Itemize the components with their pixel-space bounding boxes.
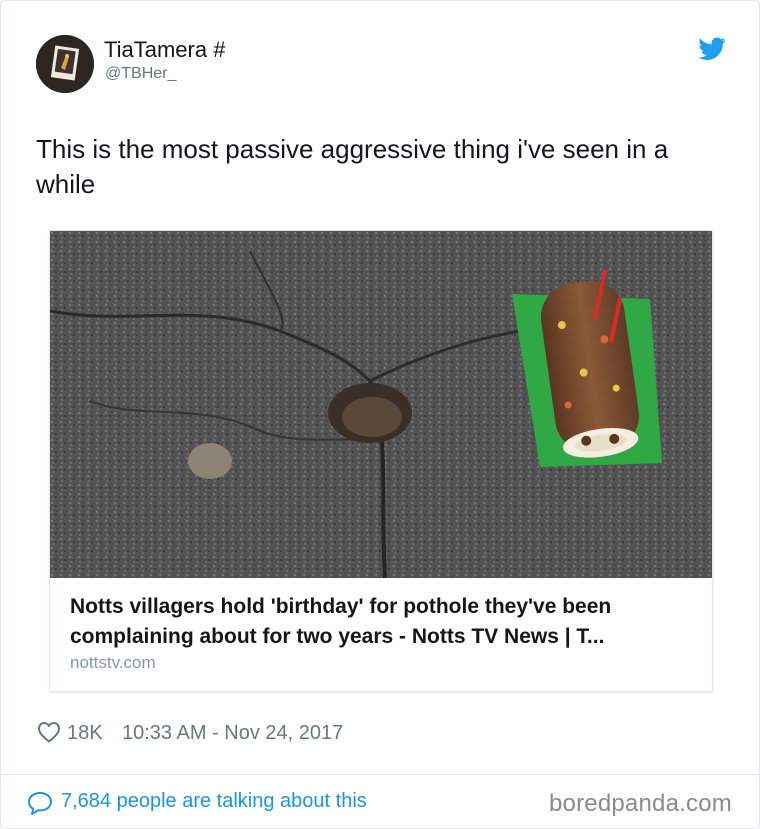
avatar[interactable] <box>36 35 94 93</box>
tweet-card: TiaTamera # @TBHer_ This is the most pas… <box>0 0 760 829</box>
link-preview-card[interactable]: Notts villagers hold 'birthday' for poth… <box>49 230 713 692</box>
author-handle[interactable]: @TBHer_ <box>105 65 176 83</box>
link-domain: nottstv.com <box>70 653 156 672</box>
watermark: boredpanda.com <box>549 790 732 817</box>
link-preview-image[interactable] <box>50 231 712 578</box>
heart-icon[interactable] <box>37 721 61 743</box>
divider <box>1 774 759 775</box>
author-name[interactable]: TiaTamera # <box>104 37 225 63</box>
twitter-bird-icon[interactable] <box>698 36 726 62</box>
tweet-timestamp[interactable]: 10:33 AM - Nov 24, 2017 <box>122 722 343 745</box>
conversation-link[interactable]: 7,684 people are talking about this <box>61 790 367 813</box>
tweet-text: This is the most passive aggressive thin… <box>36 134 669 199</box>
like-count[interactable]: 18K <box>67 722 103 745</box>
link-title[interactable]: Notts villagers hold 'birthday' for poth… <box>70 592 700 652</box>
speech-bubble-icon[interactable] <box>27 791 53 815</box>
